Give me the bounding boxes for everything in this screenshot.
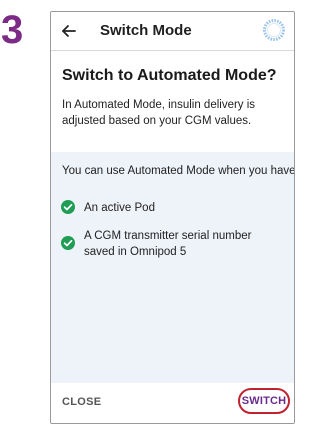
page: 3 Switch Mode Switch to Automated Mode? … bbox=[0, 0, 297, 427]
back-arrow-icon[interactable] bbox=[61, 23, 77, 39]
requirement-text: An active Pod bbox=[84, 202, 155, 214]
action-bar: CLOSE SWITCH bbox=[51, 383, 294, 423]
switch-button[interactable]: SWITCH bbox=[238, 388, 290, 414]
close-button[interactable]: CLOSE bbox=[62, 396, 101, 408]
requirement-item: An active Pod bbox=[61, 200, 279, 216]
requirement-text: A CGM transmitter serial number saved in… bbox=[84, 230, 252, 258]
check-circle-icon bbox=[61, 236, 75, 250]
dialog-heading: Switch to Automated Mode? bbox=[62, 67, 277, 84]
requirement-item: A CGM transmitter serial number saved in… bbox=[61, 228, 279, 260]
top-app-bar: Switch Mode bbox=[51, 12, 294, 50]
screen-title: Switch Mode bbox=[100, 22, 192, 39]
phone-screen: Switch Mode Switch to Automated Mode? In… bbox=[50, 11, 295, 424]
dialog-description: In Automated Mode, insulin delivery is a… bbox=[62, 99, 256, 127]
pod-status-ring-icon bbox=[262, 18, 286, 42]
requirements-intro: You can use Automated Mode when you have… bbox=[62, 165, 295, 177]
step-number: 3 bbox=[1, 8, 24, 52]
header-divider bbox=[51, 50, 294, 51]
requirements-panel: You can use Automated Mode when you have… bbox=[51, 152, 294, 384]
check-circle-icon bbox=[61, 200, 75, 214]
